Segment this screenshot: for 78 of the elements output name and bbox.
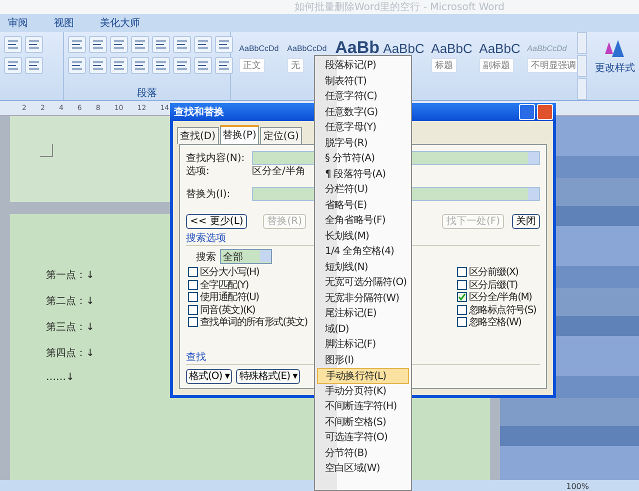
menu-item[interactable]: 分栏符(U)	[317, 182, 409, 198]
dialog-tab[interactable]: 查找(D)	[177, 127, 219, 144]
style-preview[interactable]: AaBbC	[479, 38, 520, 58]
menu-item[interactable]: 域(D)	[317, 322, 409, 337]
window-title: 如何批量删除Word里的空行 - Microsoft Word	[294, 0, 505, 14]
menu-item[interactable]: 任意字符(C)	[317, 89, 409, 104]
option-checkbox[interactable]: 区分全/半角(M)	[457, 291, 536, 304]
style-label[interactable]: 正文	[239, 58, 266, 73]
menu-item[interactable]: 全角省略号(F)	[317, 213, 409, 228]
menu-item[interactable]: 不间断空格(S)	[317, 414, 409, 430]
gallery-scrollbar[interactable]	[577, 32, 587, 100]
change-styles-button[interactable]: 更改样式	[595, 61, 635, 75]
ribbon-tab[interactable]: 审阅	[6, 15, 30, 31]
dialog-tab[interactable]: 替换(P)	[220, 125, 260, 144]
change-styles-icon[interactable]	[604, 38, 626, 58]
style-preview[interactable]: AaBbCcDd	[287, 38, 327, 58]
field-label: 选项:	[186, 164, 210, 178]
menu-item[interactable]: 手动换行符(L)	[317, 368, 409, 384]
field-label: 替换为(I):	[186, 188, 232, 200]
menu-item[interactable]: 分节符(B)	[317, 446, 409, 461]
menu-item[interactable]: 手动分页符(K)	[317, 384, 409, 399]
menu-item[interactable]: 图形(I)	[317, 352, 409, 368]
options-value: 区分全/半角	[252, 164, 306, 178]
dialog-button[interactable]: << 更少(L)	[186, 214, 248, 229]
menu-item[interactable]: 任意数字(G)	[317, 104, 409, 120]
dialog-button[interactable]: 格式(O) ▾	[186, 369, 232, 384]
document-line: 第四点：↓	[46, 346, 94, 360]
close-button[interactable]	[537, 104, 553, 120]
menu-item[interactable]: 不间断连字符(H)	[317, 399, 409, 414]
document-line: 第三点：↓	[46, 320, 94, 334]
group-label: 段落	[136, 86, 158, 100]
style-preview[interactable]: AaBb	[335, 38, 380, 58]
menu-item[interactable]: § 分节符(A)	[317, 151, 409, 166]
document-line: 第一点：↓	[46, 268, 94, 282]
option-checkbox[interactable]: 使用通配符(U)	[188, 291, 308, 304]
menu-item[interactable]: 段落标记(P)	[317, 58, 409, 74]
style-preview[interactable]: AaBbCcDd	[239, 38, 279, 58]
menu-item[interactable]: 省略号(E)	[317, 198, 409, 213]
ribbon-tab[interactable]: 视图	[52, 15, 76, 31]
search-dropdown[interactable]: 全部	[220, 249, 272, 264]
menu-item[interactable]: ¶ 段落符号(A)	[317, 166, 409, 182]
dialog-button[interactable]: 关闭	[512, 214, 540, 229]
option-checkbox[interactable]: 忽略空格(W)	[457, 316, 536, 328]
menu-item[interactable]: 1/4 全角空格(4)	[317, 244, 409, 260]
checkmark-icon	[458, 293, 466, 302]
menu-item[interactable]: 尾注标记(E)	[317, 306, 409, 322]
menu-item[interactable]: 制表符(T)	[317, 74, 409, 89]
menu-item[interactable]: 可选连字符(O)	[317, 430, 409, 446]
option-checkbox[interactable]: 区分后缀(T)	[457, 278, 536, 291]
field-label: 搜索	[196, 250, 216, 264]
option-checkbox[interactable]: 全字匹配(Y)	[188, 278, 308, 291]
option-checkbox[interactable]: 查找单词的所有形式(英文)	[188, 316, 308, 328]
zoom-level[interactable]: 100%	[566, 482, 589, 490]
option-checkbox[interactable]: 同音(英文)(K)	[188, 304, 308, 316]
dialog-title: 查找和替换	[174, 106, 224, 119]
style-label[interactable]: 标题	[431, 58, 458, 73]
ribbon-tab[interactable]: 美化大师	[98, 15, 142, 31]
menu-item[interactable]: 无宽可选分隔符(O)	[317, 275, 409, 290]
dialog-button[interactable]: 特殊格式(E) ▾	[236, 369, 300, 384]
menu-item[interactable]: 无宽非分隔符(W)	[317, 290, 409, 306]
menu-item[interactable]: 任意字母(Y)	[317, 120, 409, 136]
menu-item[interactable]: 短划线(N)	[317, 260, 409, 275]
help-button[interactable]	[519, 104, 535, 120]
field-label: 查找内容(N):	[186, 152, 246, 164]
option-checkbox[interactable]: 忽略标点符号(S)	[457, 304, 536, 316]
style-label[interactable]: 副标题	[479, 58, 514, 73]
menu-item[interactable]: 长划线(M)	[317, 228, 409, 244]
menu-item[interactable]: 空白区域(W)	[317, 461, 409, 476]
dialog-tab[interactable]: 定位(G)	[260, 127, 302, 144]
option-checkbox[interactable]: 区分前缀(X)	[457, 266, 536, 278]
style-preview[interactable]: AaBbC	[431, 38, 472, 58]
style-preview[interactable]: AaBbC	[383, 38, 424, 58]
document-line: 第二点：↓	[46, 294, 94, 308]
document-line: ……↓	[46, 372, 74, 383]
style-label[interactable]: 无	[287, 58, 304, 73]
option-checkbox[interactable]: 区分大小写(H)	[188, 266, 308, 278]
menu-item[interactable]: 脱字号(R)	[317, 136, 409, 151]
menu-item[interactable]: 脚注标记(F)	[317, 337, 409, 352]
